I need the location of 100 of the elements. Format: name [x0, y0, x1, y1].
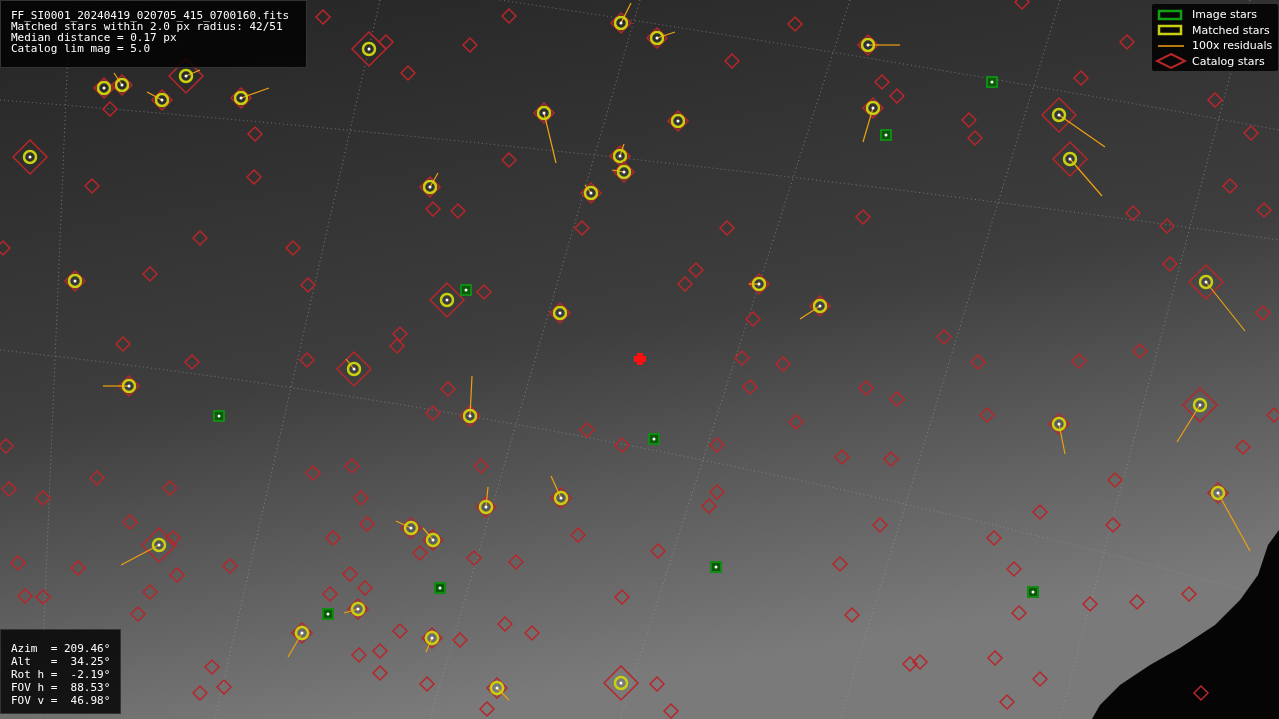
catalog-star-marker	[246, 125, 264, 143]
pointing-text: FOV v = 46.98°	[11, 694, 110, 707]
catalog-star-marker	[377, 33, 395, 51]
catalog-star-marker	[356, 579, 374, 597]
matched-star-marker	[63, 269, 87, 293]
matched-star-marker	[549, 475, 573, 510]
matched-star-marker	[92, 76, 116, 100]
catalog-star-marker	[787, 413, 805, 431]
matched-star-marker	[602, 664, 640, 702]
catalog-star-marker	[478, 700, 496, 718]
catalog-star-marker	[215, 678, 233, 696]
catalog-star-marker	[324, 529, 342, 547]
catalog-star-marker	[708, 483, 726, 501]
matched-star-marker	[548, 301, 572, 325]
catalog-star-marker	[935, 328, 953, 346]
matched-star-swatch-icon	[1157, 25, 1183, 36]
info-text: Median distance = 0.17 px	[11, 32, 177, 43]
catalog-star-marker	[496, 615, 514, 633]
catalog-star-marker	[986, 649, 1004, 667]
catalog-star-marker	[843, 606, 861, 624]
info-text: FF_SI0001_20240419_020705_415_0700160.fits	[11, 10, 291, 21]
matched-star-marker	[229, 86, 270, 110]
legend-label: 100x residuals	[1192, 39, 1273, 53]
catalog-star-marker	[399, 64, 417, 82]
catalog-star-marker	[648, 675, 666, 693]
matched-star-marker	[645, 26, 676, 50]
catalog-star-marker	[500, 7, 518, 25]
catalog-star-marker	[831, 555, 849, 573]
catalog-star-marker	[101, 100, 119, 118]
catalog-star-marker	[985, 529, 1003, 547]
catalog-star-marker	[141, 583, 159, 601]
catalog-star-marker	[1206, 91, 1224, 109]
catalog-star-marker	[418, 675, 436, 693]
catalog-star-marker	[221, 557, 239, 575]
catalog-star-marker	[966, 129, 984, 147]
matched-star-marker	[666, 109, 690, 133]
catalog-star-marker	[0, 437, 15, 455]
catalog-star-marker	[744, 310, 762, 328]
catalog-star-marker	[1070, 352, 1088, 370]
catalog-star-marker	[0, 480, 18, 498]
catalog-star-marker	[1221, 177, 1239, 195]
catalog-star-marker	[358, 515, 376, 533]
catalog-star-marker	[465, 549, 483, 567]
catalog-star-marker	[1031, 503, 1049, 521]
catalog-star-marker	[613, 436, 631, 454]
catalog-star-marker	[1158, 217, 1176, 235]
catalog-star-marker	[960, 111, 978, 129]
catalog-star-marker	[69, 559, 87, 577]
matched-star-marker	[350, 30, 388, 68]
catalog-star-marker	[978, 406, 996, 424]
matched-star-marker	[1206, 481, 1251, 552]
catalog-star-marker	[998, 693, 1016, 711]
legend-label: Image stars	[1192, 8, 1257, 22]
catalog-star-marker	[1005, 560, 1023, 578]
catalog-star-marker	[9, 554, 27, 572]
catalog-star-marker	[304, 464, 322, 482]
catalog-star-marker	[371, 642, 389, 660]
catalog-star-marker	[507, 553, 525, 571]
matched-star-marker	[120, 526, 178, 566]
catalog-star-marker	[168, 566, 186, 584]
catalog-star-marker	[352, 489, 370, 507]
catalog-star-marker	[0, 239, 12, 257]
matched-star-marker	[1176, 386, 1219, 443]
catalog-star-marker	[578, 421, 596, 439]
catalog-star-marker	[708, 436, 726, 454]
matched-star-marker	[799, 294, 832, 320]
catalog-star-marker	[343, 457, 361, 475]
catalog-star-marker	[114, 335, 132, 353]
matched-star-marker	[1051, 140, 1103, 197]
catalog-star-marker	[439, 380, 457, 398]
catalog-star-marker	[1161, 255, 1179, 273]
catalog-star-marker	[83, 177, 101, 195]
catalog-star-marker	[1124, 204, 1142, 222]
catalog-star-marker	[1118, 33, 1136, 51]
catalog-star-marker	[472, 457, 490, 475]
catalog-star-marker	[371, 664, 389, 682]
catalog-star-marker	[857, 379, 875, 397]
pointing-text: Alt = 34.25°	[11, 655, 110, 668]
catalog-star-marker	[183, 353, 201, 371]
catalog-star-marker	[613, 588, 631, 606]
catalog-star-marker	[1013, 0, 1031, 11]
legend-label: Catalog stars	[1192, 54, 1265, 68]
catalog-star-marker	[871, 516, 889, 534]
catalog-star-marker	[391, 325, 409, 343]
catalog-star-marker	[723, 52, 741, 70]
pointing-text: FOV h = 88.53°	[11, 681, 110, 694]
catalog-star-marker	[882, 450, 900, 468]
catalog-star-marker	[411, 544, 429, 562]
catalog-star-marker	[321, 585, 339, 603]
catalog-star-marker	[854, 208, 872, 226]
catalog-star-marker	[1131, 342, 1149, 360]
matched-star-marker	[335, 350, 373, 388]
legend-label: Matched stars	[1192, 23, 1270, 37]
catalog-star-marker	[774, 355, 792, 373]
catalog-star-marker	[718, 219, 736, 237]
catalog-star-marker	[475, 283, 493, 301]
matched-star-marker	[458, 375, 482, 428]
matched-star-marker	[747, 272, 771, 296]
catalog-star-marker	[1104, 516, 1122, 534]
residual-line-icon	[1157, 45, 1185, 47]
